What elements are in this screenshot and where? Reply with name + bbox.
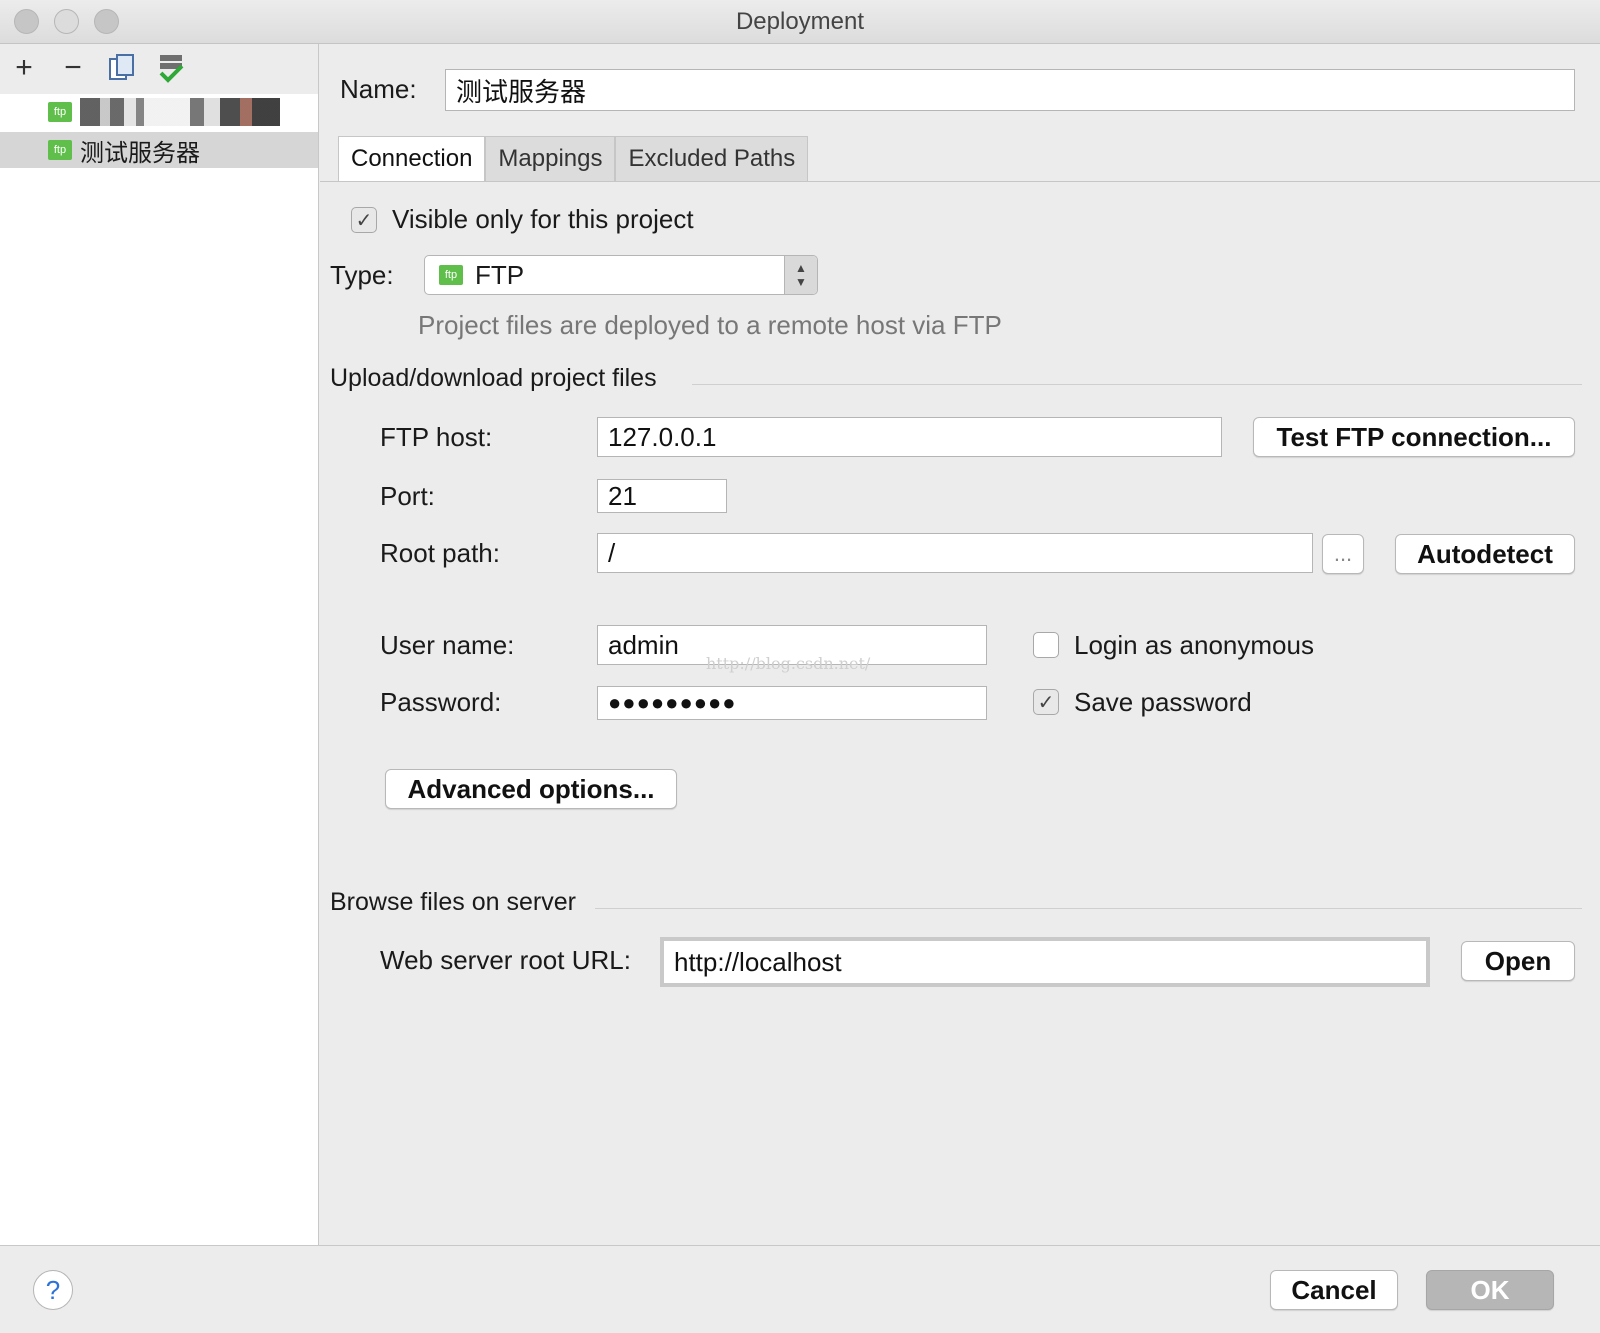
ftp-server-icon: ftp: [48, 140, 72, 160]
server-list-panel: + − ftp ftp 测试服务器: [0, 44, 319, 1245]
root-path-label: Root path:: [380, 538, 500, 568]
checkmark-icon: ✓: [355, 209, 373, 232]
root-path-input[interactable]: /: [597, 533, 1313, 573]
web-root-url-input[interactable]: http://localhost: [660, 937, 1430, 987]
check-server-icon: [159, 55, 184, 83]
server-item-label: 测试服务器: [80, 139, 200, 167]
plus-icon: +: [15, 51, 33, 84]
autodetect-button[interactable]: Autodetect: [1395, 534, 1575, 574]
tab-excluded-paths[interactable]: Excluded Paths: [615, 136, 809, 182]
web-root-url-label: Web server root URL:: [380, 945, 631, 975]
test-ftp-connection-button[interactable]: Test FTP connection...: [1253, 417, 1575, 457]
port-input[interactable]: 21: [597, 479, 727, 513]
browse-section-divider: [595, 908, 1582, 909]
login-anonymous-label: Login as anonymous: [1074, 630, 1314, 660]
server-item-selected[interactable]: ftp 测试服务器: [0, 132, 318, 168]
deployment-window: Deployment + − ftp ftp 测试服务器 Name: 测试服务器…: [0, 0, 1600, 1333]
checkmark-icon: ✓: [1037, 691, 1055, 714]
tab-connection[interactable]: Connection: [338, 136, 486, 182]
login-anonymous-checkbox[interactable]: [1033, 632, 1059, 658]
tab-mappings[interactable]: Mappings: [485, 136, 616, 182]
cancel-button[interactable]: Cancel: [1270, 1270, 1398, 1310]
ok-button[interactable]: OK: [1426, 1270, 1554, 1310]
save-password-label: Save password: [1074, 687, 1252, 717]
browse-root-path-button[interactable]: ...: [1322, 534, 1364, 574]
visible-only-checkbox[interactable]: ✓: [351, 207, 377, 233]
redacted-server-name: [80, 98, 280, 126]
type-value: FTP: [475, 259, 525, 290]
server-item[interactable]: ftp: [0, 94, 318, 130]
server-list-toolbar: + −: [0, 44, 318, 94]
dialog-footer: ? Cancel OK: [0, 1245, 1600, 1333]
user-name-label: User name:: [380, 630, 515, 660]
use-as-default-button[interactable]: [155, 52, 187, 84]
tab-divider: [320, 181, 1600, 182]
open-url-button[interactable]: Open: [1461, 941, 1575, 981]
type-description: Project files are deployed to a remote h…: [418, 310, 1002, 340]
remove-server-button[interactable]: −: [57, 51, 89, 84]
ftp-host-label: FTP host:: [380, 422, 493, 452]
port-label: Port:: [380, 481, 435, 511]
type-select[interactable]: ftp FTP ▲ ▼: [424, 255, 818, 295]
add-server-button[interactable]: +: [8, 51, 40, 84]
minus-icon: −: [64, 51, 82, 84]
password-input[interactable]: ●●●●●●●●●: [597, 686, 987, 720]
copy-server-button[interactable]: [106, 52, 138, 84]
select-arrows-icon: ▲ ▼: [784, 256, 817, 294]
help-icon: ?: [45, 1274, 61, 1305]
title-bar: Deployment: [0, 0, 1600, 44]
ftp-type-icon: ftp: [439, 265, 463, 285]
upload-section-title: Upload/download project files: [330, 364, 657, 392]
copy-icon: [109, 54, 134, 80]
save-password-checkbox[interactable]: ✓: [1033, 689, 1059, 715]
server-settings-panel: Name: 测试服务器 Connection Mappings Excluded…: [320, 44, 1600, 1245]
advanced-options-button[interactable]: Advanced options...: [385, 769, 677, 809]
settings-tabs: Connection Mappings Excluded Paths: [338, 136, 809, 182]
password-label: Password:: [380, 687, 502, 717]
name-label: Name:: [340, 74, 417, 104]
window-title: Deployment: [735, 8, 865, 35]
ftp-host-input[interactable]: 127.0.0.1: [597, 417, 1222, 457]
ftp-server-icon: ftp: [48, 102, 72, 122]
watermark-text: http://blog.csdn.net/: [706, 654, 871, 673]
upload-section-divider: [692, 384, 1582, 385]
browse-section-title: Browse files on server: [330, 888, 576, 916]
name-input[interactable]: 测试服务器: [445, 69, 1575, 111]
visible-only-label: Visible only for this project: [392, 204, 694, 234]
type-label: Type:: [330, 260, 394, 290]
help-button[interactable]: ?: [33, 1270, 73, 1310]
